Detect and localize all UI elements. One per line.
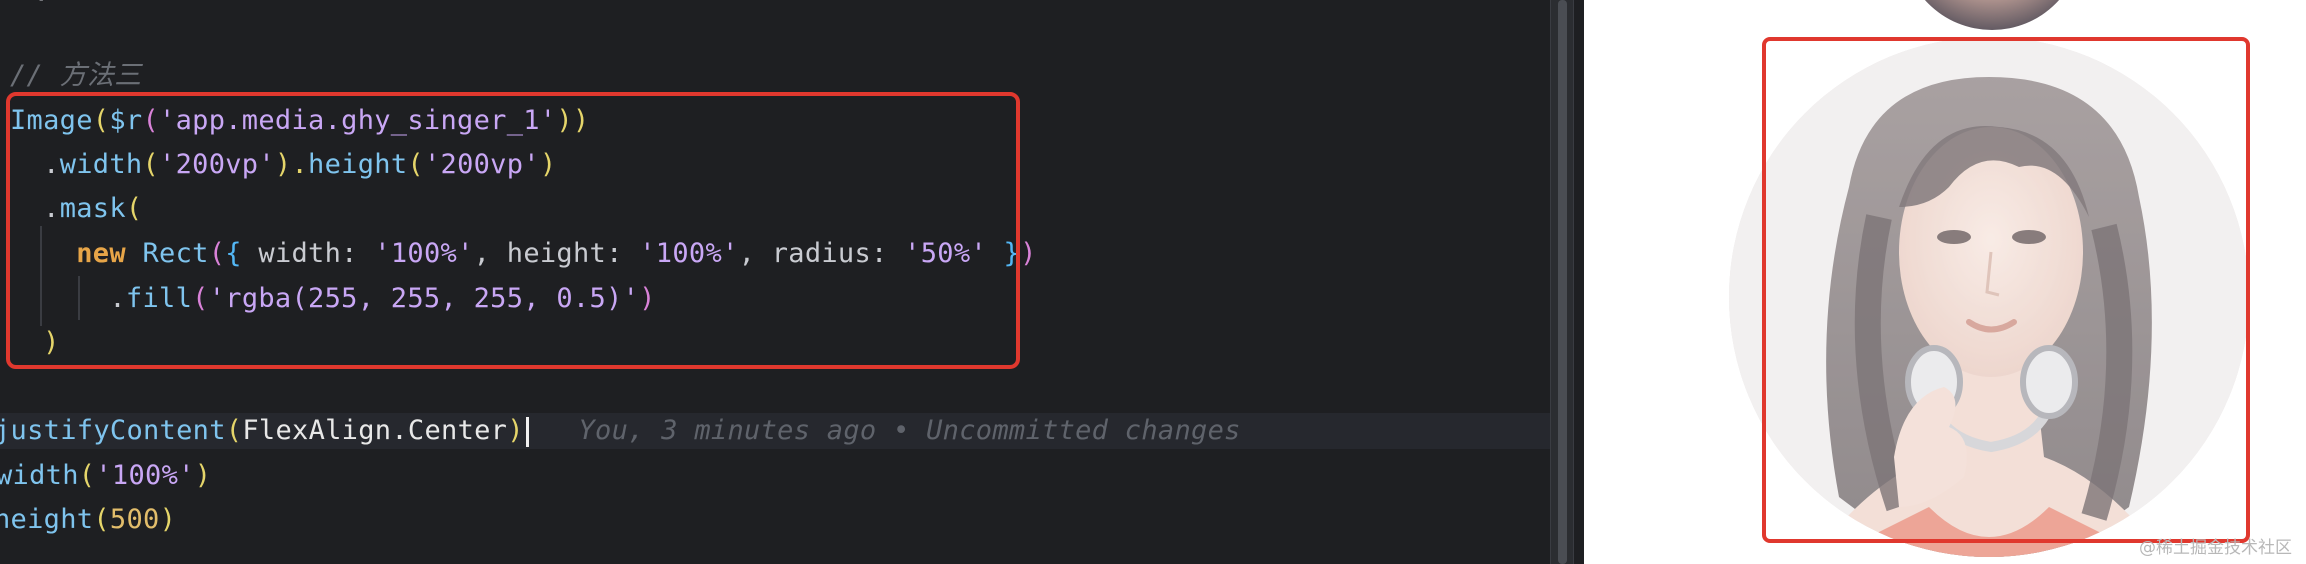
editor-scrollbar[interactable]: [1550, 0, 1574, 564]
code-editor[interactable]: · // 方法三 Image($r('app.media.ghy_singer_…: [0, 0, 1550, 564]
token-paren: ): [507, 415, 524, 446]
code-highlight-box: [6, 92, 1020, 369]
code-line-cutoff: ·: [0, 0, 50, 18]
token-paren: ): [159, 504, 177, 535]
code-line-width: width('100%'): [0, 458, 211, 494]
code-line-comment: // 方法三: [10, 58, 142, 94]
scrollbar-thumb[interactable]: [1558, 0, 1567, 564]
token-flexalign: FlexAlign.Center: [242, 415, 508, 446]
code-line-justify[interactable]: justifyContent(FlexAlign.Center) You, 3 …: [0, 413, 1550, 449]
comment-text: // 方法三: [10, 60, 142, 91]
preview-highlight-box: [1762, 37, 2250, 543]
token-height-number: 500: [109, 504, 160, 535]
watermark-text: @稀土掘金技术社区: [2139, 538, 2292, 558]
token-paren: ): [1020, 238, 1037, 269]
code-line-height: height(500): [0, 502, 176, 538]
token-paren: (: [225, 415, 243, 446]
preview-pane: @稀土掘金技术社区: [1584, 0, 2306, 564]
token-justify-fn: justifyContent: [0, 415, 226, 446]
preview-previous-avatar: [1902, 0, 2082, 30]
token-width-fn: width: [0, 460, 79, 491]
git-blame-annotation: You, 3 minutes ago • Uncommitted changes: [578, 415, 1241, 446]
token-paren: ): [194, 460, 212, 491]
token-height-fn: height: [0, 504, 94, 535]
token-paren: (: [93, 504, 110, 535]
token-width-string: '100%': [95, 460, 195, 491]
token-paren: (: [78, 460, 96, 491]
pane-divider[interactable]: [1574, 0, 1584, 564]
